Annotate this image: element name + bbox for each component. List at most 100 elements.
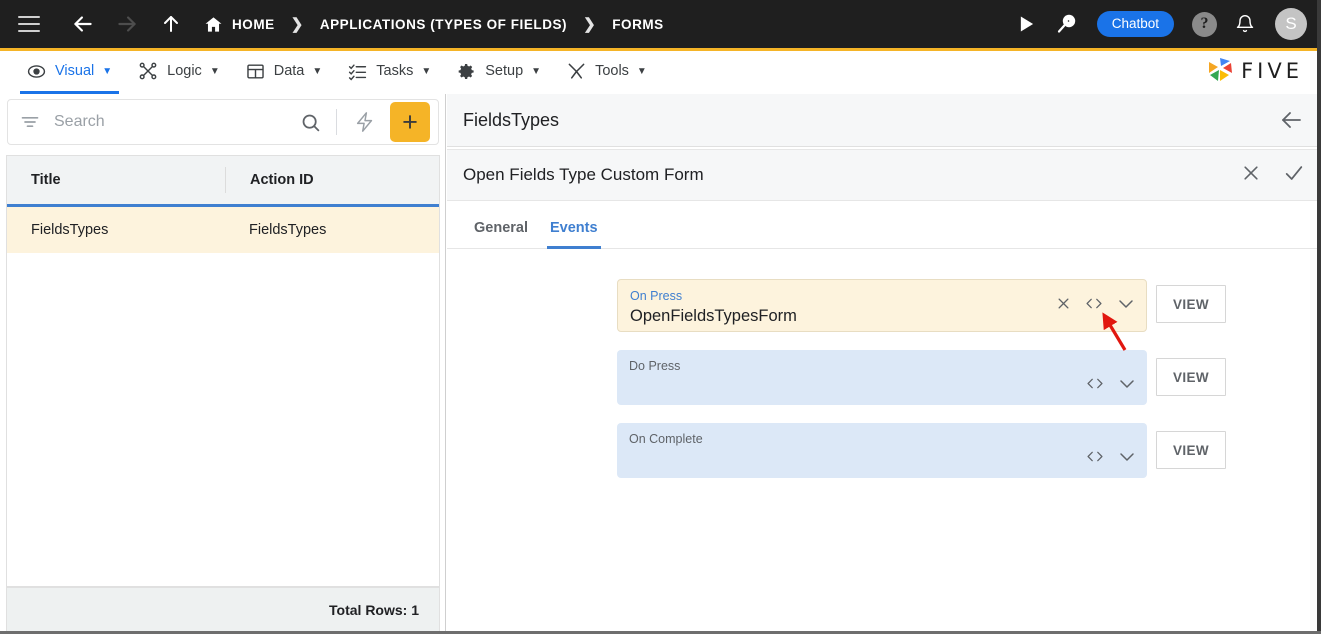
lightning-bolt-icon[interactable] (346, 111, 384, 133)
event-field-on-complete[interactable]: On Complete (617, 423, 1147, 478)
arrow-left-icon[interactable] (1279, 108, 1303, 132)
records-grid: Title Action ID FieldsTypes FieldsTypes (6, 155, 440, 587)
chevron-down-icon[interactable] (1118, 450, 1136, 469)
event-field-icons (1086, 449, 1136, 469)
chevron-down-icon: ▼ (210, 66, 220, 77)
detail-header: FieldsTypes (447, 94, 1321, 147)
detail-panel: FieldsTypes Open Fields Type Custom Form (447, 94, 1321, 634)
event-label: Do Press (629, 358, 1135, 374)
application-window: HOME ❯ APPLICATIONS (TYPES OF FIELDS) ❯ … (0, 0, 1321, 634)
breadcrumb-applications[interactable]: APPLICATIONS (TYPES OF FIELDS) (320, 17, 567, 32)
cell-action-id: FieldsTypes (225, 222, 439, 238)
help-icon[interactable]: ? (1192, 12, 1217, 37)
filter-icon[interactable] (20, 112, 40, 132)
code-brackets-icon[interactable] (1086, 376, 1104, 396)
eye-icon (27, 62, 46, 81)
chevron-down-icon: ▼ (531, 66, 541, 77)
menu-label-visual: Visual (55, 63, 94, 79)
gear-icon (457, 62, 476, 81)
chevron-right-icon: ❯ (583, 15, 596, 33)
arrow-right-icon[interactable] (110, 7, 144, 41)
table-row[interactable]: FieldsTypes FieldsTypes (7, 207, 439, 253)
chevron-down-icon: ▼ (102, 66, 112, 77)
total-rows-label: Total Rows: 1 (6, 587, 440, 633)
home-icon[interactable] (204, 15, 223, 34)
chevron-right-icon: ❯ (291, 15, 304, 33)
event-label: On Complete (629, 431, 1135, 447)
chevron-down-icon: ▼ (312, 66, 322, 77)
menu-label-logic: Logic (167, 63, 202, 79)
wrench-screwdriver-icon (567, 62, 586, 81)
menu-label-data: Data (274, 63, 305, 79)
search-toolbar: + (7, 99, 439, 145)
search-chat-icon[interactable] (1055, 12, 1079, 36)
menu-item-logic[interactable]: Logic ▼ (125, 51, 233, 91)
hamburger-menu-icon[interactable] (18, 16, 40, 32)
menu-label-tools: Tools (595, 63, 629, 79)
event-field-icons (1086, 376, 1136, 396)
events-list: On Press OpenFieldsTypesForm (447, 249, 1321, 632)
chevron-down-icon: ▼ (421, 66, 431, 77)
page-title: FieldsTypes (463, 110, 559, 131)
form-title: Open Fields Type Custom Form (463, 165, 704, 185)
column-header-title[interactable]: Title (7, 156, 225, 204)
checklist-icon (348, 62, 367, 81)
menu-item-visual[interactable]: Visual ▼ (14, 51, 125, 91)
chevron-down-icon[interactable] (1117, 297, 1135, 316)
divider (336, 109, 337, 135)
event-field-do-press[interactable]: Do Press (617, 350, 1147, 405)
brand-logo: FIVE (1205, 51, 1321, 91)
arrow-left-icon[interactable] (66, 7, 100, 41)
breadcrumb: HOME ❯ APPLICATIONS (TYPES OF FIELDS) ❯ … (204, 15, 664, 34)
content-area: + Title Action ID FieldsTypes FieldsType… (0, 94, 1321, 634)
code-brackets-icon[interactable] (1086, 449, 1104, 469)
chevron-down-icon: ▼ (637, 66, 647, 77)
event-row-on-press: On Press OpenFieldsTypesForm (447, 279, 1321, 332)
grid-header-row: Title Action ID (7, 155, 439, 207)
five-pinwheel-logo (1205, 55, 1235, 88)
view-button-on-press[interactable]: VIEW (1156, 285, 1226, 323)
menu-label-tasks: Tasks (376, 63, 413, 79)
menu-label-setup: Setup (485, 63, 523, 79)
topbar-actions: Chatbot ? S (1017, 8, 1307, 40)
form-tabs: General Events (447, 201, 1321, 249)
cell-title: FieldsTypes (7, 222, 225, 238)
view-button-on-complete[interactable]: VIEW (1156, 431, 1226, 469)
arrow-up-icon[interactable] (154, 7, 188, 41)
event-row-on-complete: On Complete VIEW (447, 423, 1321, 478)
view-button-do-press[interactable]: VIEW (1156, 358, 1226, 396)
form-header: Open Fields Type Custom Form (447, 149, 1321, 201)
chevron-down-icon[interactable] (1118, 377, 1136, 396)
window-right-edge (1317, 0, 1321, 634)
event-field-icons (1056, 296, 1135, 316)
play-icon[interactable] (1017, 14, 1037, 34)
search-icon[interactable] (294, 112, 327, 133)
menu-item-setup[interactable]: Setup ▼ (444, 51, 554, 91)
tab-events-label: Events (550, 220, 598, 236)
menu-item-tools[interactable]: Tools ▼ (554, 51, 660, 91)
avatar[interactable]: S (1275, 8, 1307, 40)
event-field-on-press[interactable]: On Press OpenFieldsTypesForm (617, 279, 1147, 332)
chatbot-button[interactable]: Chatbot (1097, 11, 1174, 38)
bell-icon[interactable] (1235, 14, 1255, 34)
brand-text: FIVE (1241, 59, 1303, 83)
close-x-icon[interactable] (1056, 296, 1071, 316)
records-list-panel: + Title Action ID FieldsTypes FieldsType… (0, 94, 446, 634)
column-header-action-id[interactable]: Action ID (225, 167, 439, 193)
menu-item-data[interactable]: Data ▼ (233, 51, 336, 91)
breadcrumb-forms[interactable]: FORMS (612, 17, 664, 32)
close-x-icon[interactable] (1241, 163, 1261, 188)
top-navigation-bar: HOME ❯ APPLICATIONS (TYPES OF FIELDS) ❯ … (0, 0, 1321, 48)
logic-nodes-icon (138, 61, 158, 81)
form-actions (1241, 162, 1305, 189)
search-input[interactable] (54, 113, 294, 131)
breadcrumb-home[interactable]: HOME (232, 17, 275, 32)
menu-item-tasks[interactable]: Tasks ▼ (335, 51, 444, 91)
code-brackets-icon[interactable] (1085, 296, 1103, 316)
event-row-do-press: Do Press VIEW (447, 350, 1321, 405)
tab-general[interactable]: General (463, 220, 539, 248)
main-menu-bar: Visual ▼ Logic ▼ Data ▼ Tasks ▼ (0, 48, 1321, 94)
check-icon[interactable] (1283, 162, 1305, 189)
tab-events[interactable]: Events (539, 220, 609, 248)
add-record-button[interactable]: + (390, 102, 430, 142)
